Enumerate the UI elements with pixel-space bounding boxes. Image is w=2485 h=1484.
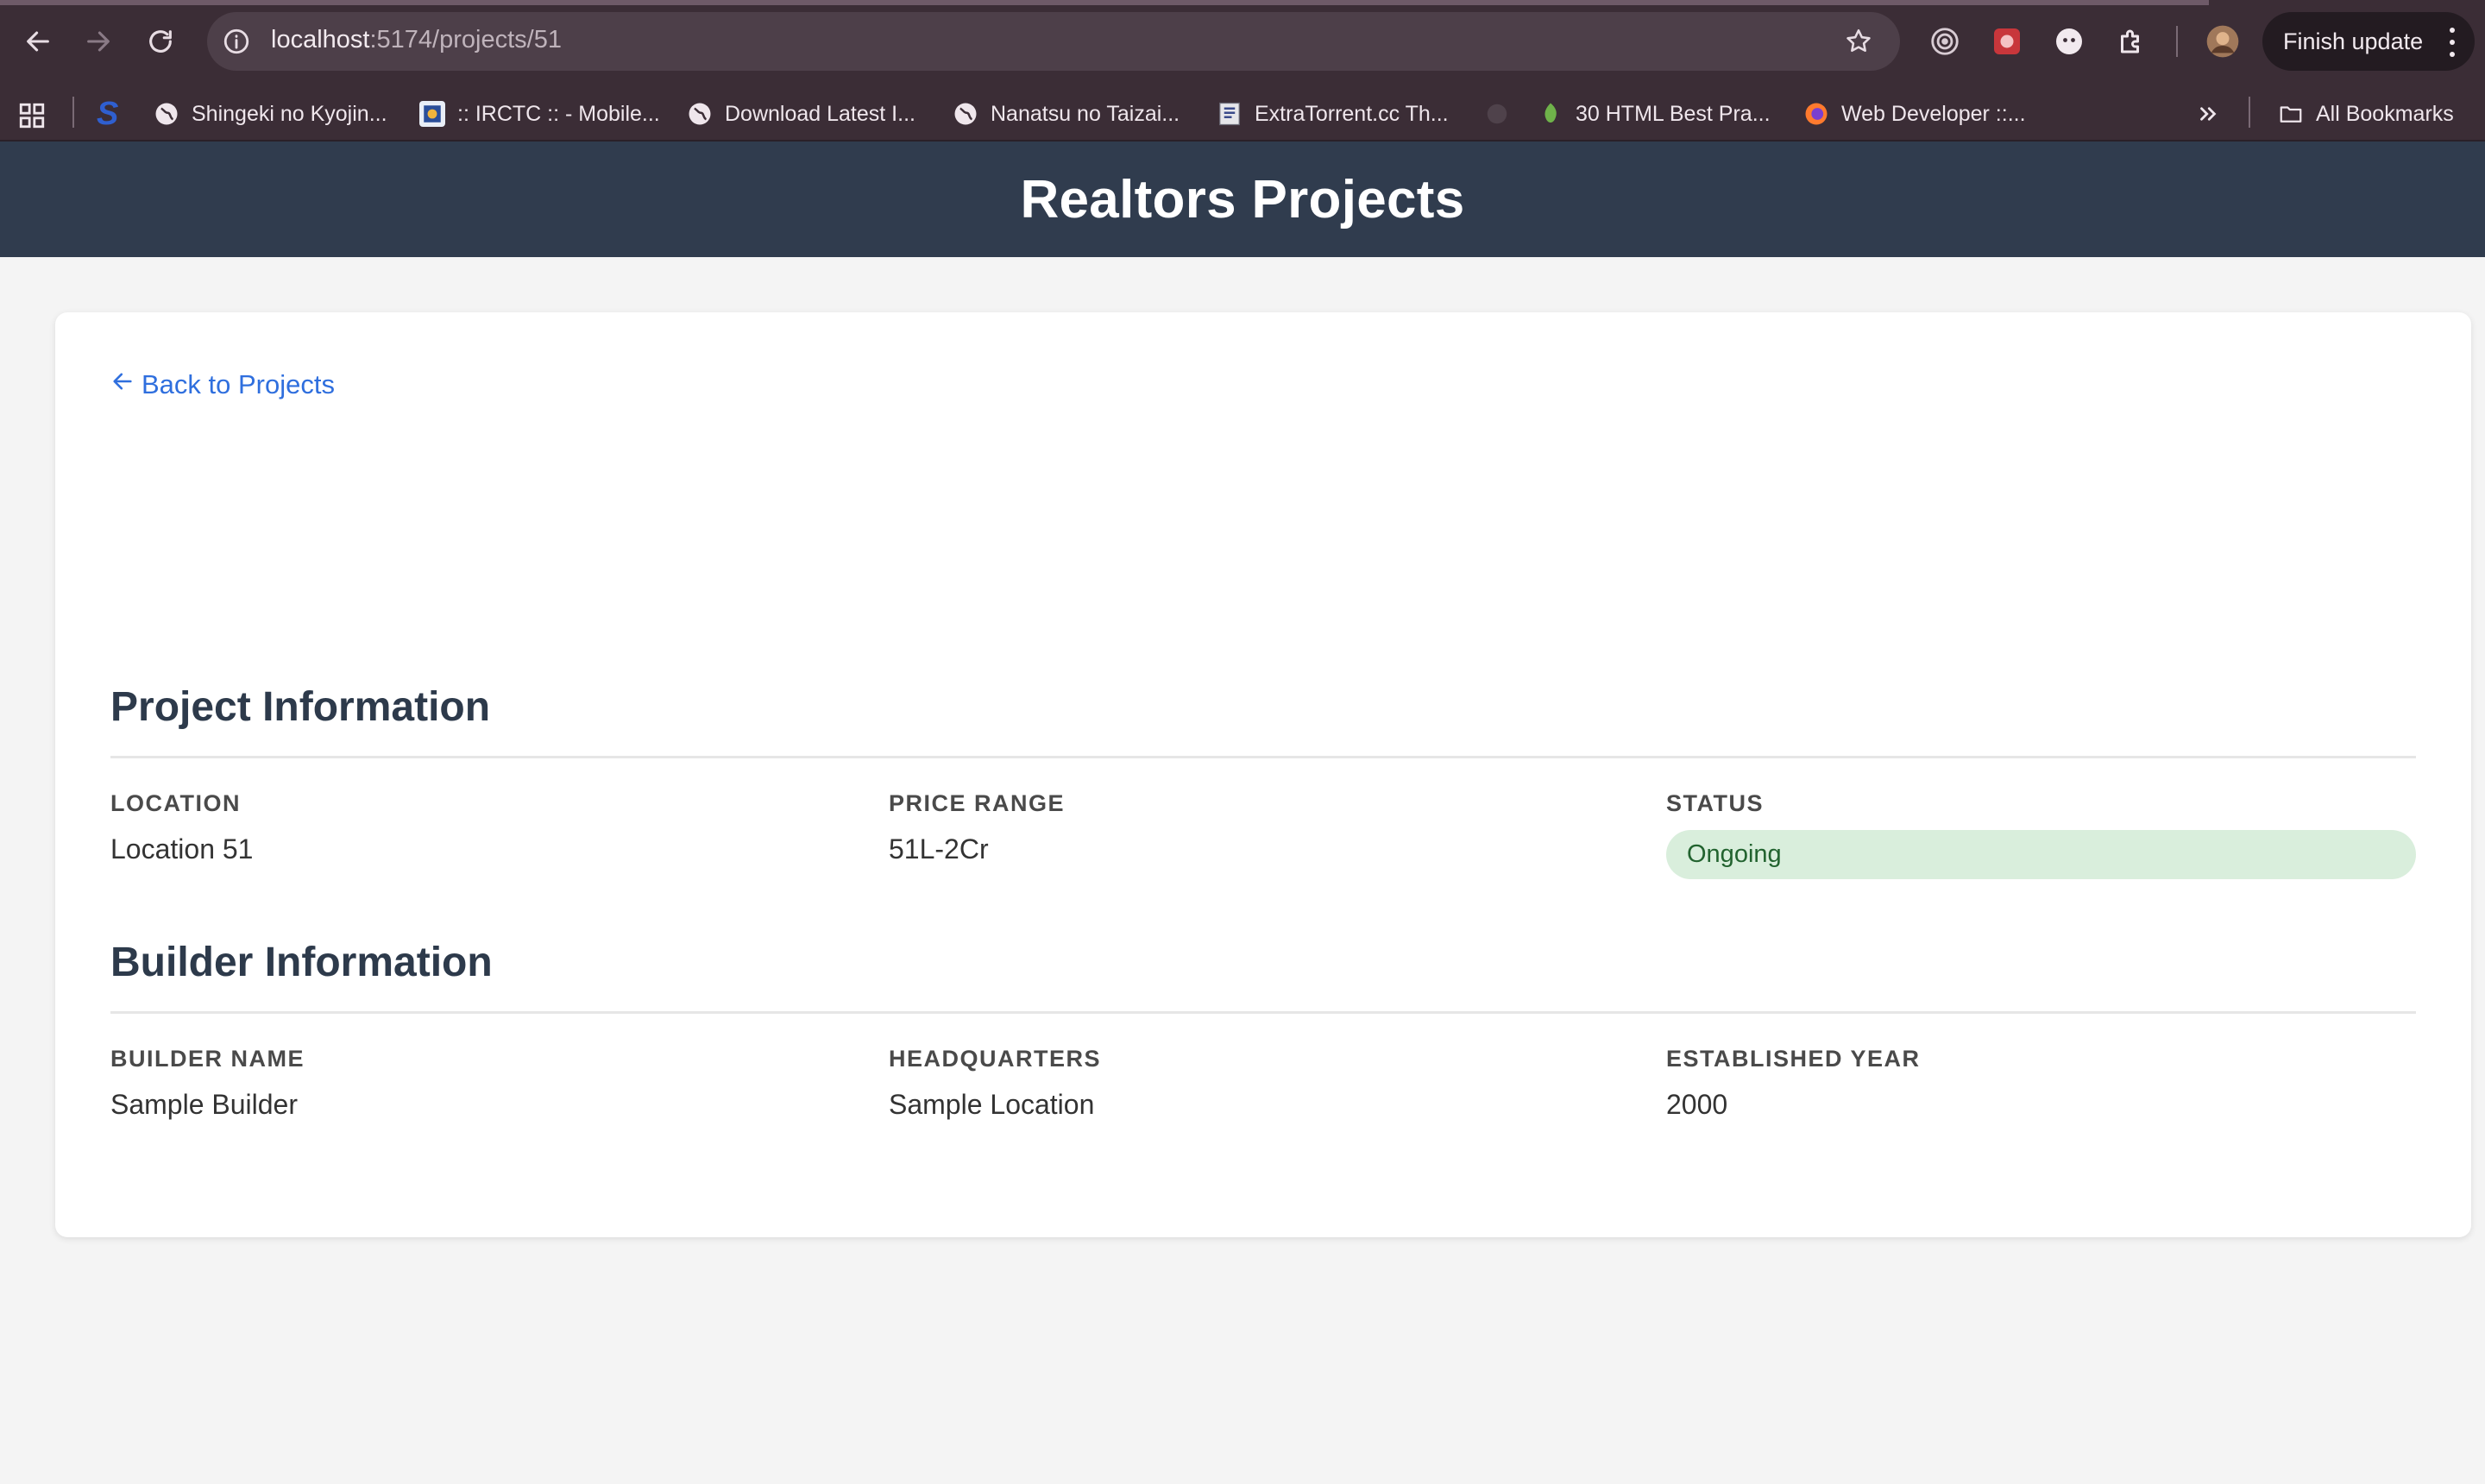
finish-update-button[interactable]: Finish update <box>2262 12 2475 71</box>
app-header: Realtors Projects <box>0 141 2485 257</box>
bookmark-label: Shingeki no Kyojin... <box>192 101 387 126</box>
back-icon[interactable] <box>16 19 60 64</box>
globe-icon <box>154 101 179 127</box>
bookmarks-separator <box>2249 97 2250 128</box>
price-range-label: PRICE RANGE <box>889 790 1066 816</box>
headquarters-value: Sample Location <box>889 1089 1095 1120</box>
status-value: Ongoing <box>1687 840 1782 868</box>
section-divider <box>110 756 2416 758</box>
document-icon <box>1217 101 1242 127</box>
headquarters-label: HEADQUARTERS <box>889 1046 1102 1072</box>
arrow-left-icon <box>110 369 135 400</box>
location-value: Location 51 <box>110 833 254 865</box>
extensions-puzzle-icon[interactable] <box>2112 22 2150 60</box>
page-title: Realtors Projects <box>1020 169 1465 230</box>
finish-update-label: Finish update <box>2283 28 2424 54</box>
site-info-icon[interactable] <box>221 26 252 57</box>
builder-name-value: Sample Builder <box>110 1089 298 1120</box>
bookmark-label: 30 HTML Best Pra... <box>1576 101 1771 126</box>
apps-grid-icon[interactable] <box>17 98 47 133</box>
status-label: STATUS <box>1666 790 1764 816</box>
url-path: :5174/projects/51 <box>369 26 562 53</box>
bookmark-item[interactable]: ExtraTorrent.cc Th... <box>1217 97 1449 131</box>
reload-icon[interactable] <box>138 19 183 64</box>
bookmark-item[interactable]: Web Developer ::... <box>1803 97 2026 131</box>
url-text[interactable]: localhost:5174/projects/51 <box>271 26 562 54</box>
url-host: localhost <box>271 26 370 53</box>
bookmark-item[interactable]: Nanatsu no Taizai... <box>953 97 1180 131</box>
bookmark-item[interactable]: Shingeki no Kyojin... <box>154 97 387 131</box>
all-bookmarks-label: All Bookmarks <box>2316 101 2454 126</box>
bookmark-label: Nanatsu no Taizai... <box>991 101 1180 126</box>
bookmarks-overflow-icon[interactable] <box>2195 97 2221 131</box>
established-year-value: 2000 <box>1666 1089 1728 1120</box>
project-detail-card: Back to Projects Project Information LOC… <box>55 312 2471 1237</box>
bookmark-label: Web Developer ::... <box>1841 101 2026 126</box>
tab-strip-accent <box>0 0 2209 5</box>
folder-icon <box>2278 101 2304 127</box>
globe-icon <box>687 101 713 127</box>
firefox-icon <box>1803 101 1829 127</box>
extension-target-icon[interactable] <box>1926 22 1964 60</box>
bookmark-item[interactable]: 30 HTML Best Pra... <box>1538 97 1771 131</box>
project-information-heading: Project Information <box>110 684 491 730</box>
price-range-value: 51L-2Cr <box>889 833 989 865</box>
established-year-label: ESTABLISHED YEAR <box>1666 1046 1921 1072</box>
bookmark-s-icon[interactable]: S <box>97 96 118 132</box>
bookmarks-separator <box>72 97 74 128</box>
more-menu-icon[interactable] <box>2449 28 2456 57</box>
bookmark-item[interactable]: Download Latest I... <box>687 97 915 131</box>
builder-information-heading: Builder Information <box>110 940 493 985</box>
toolbar-separator <box>2176 26 2178 57</box>
leaf-icon <box>1538 101 1563 127</box>
irctc-icon <box>419 101 445 127</box>
status-badge: Ongoing <box>1666 830 2416 879</box>
browser-toolbar: localhost:5174/projects/51 Finish update <box>0 0 2485 86</box>
section-divider <box>110 1011 2416 1014</box>
forward-icon[interactable] <box>76 19 121 64</box>
extension-face-icon[interactable] <box>2050 22 2088 60</box>
profile-avatar-icon[interactable] <box>2204 22 2242 60</box>
bookmark-label: :: IRCTC :: - Mobile... <box>457 101 660 126</box>
back-link-label: Back to Projects <box>142 369 335 399</box>
bookmark-item[interactable]: :: IRCTC :: - Mobile... <box>419 97 660 131</box>
bookmark-star-icon[interactable] <box>1841 24 1876 59</box>
extension-red-icon[interactable] <box>1988 22 2026 60</box>
globe-icon <box>953 101 978 127</box>
location-label: LOCATION <box>110 790 241 816</box>
bookmark-dim-icon[interactable] <box>1484 97 1510 131</box>
builder-name-label: BUILDER NAME <box>110 1046 305 1072</box>
address-bar[interactable]: localhost:5174/projects/51 <box>207 12 1900 71</box>
bookmarks-bar: S Shingeki no Kyojin... :: IRCTC :: - Mo… <box>0 86 2485 141</box>
bookmark-label: ExtraTorrent.cc Th... <box>1255 101 1449 126</box>
bookmark-label: Download Latest I... <box>725 101 915 126</box>
all-bookmarks-button[interactable]: All Bookmarks <box>2278 97 2454 131</box>
back-to-projects-link[interactable]: Back to Projects <box>110 369 335 400</box>
